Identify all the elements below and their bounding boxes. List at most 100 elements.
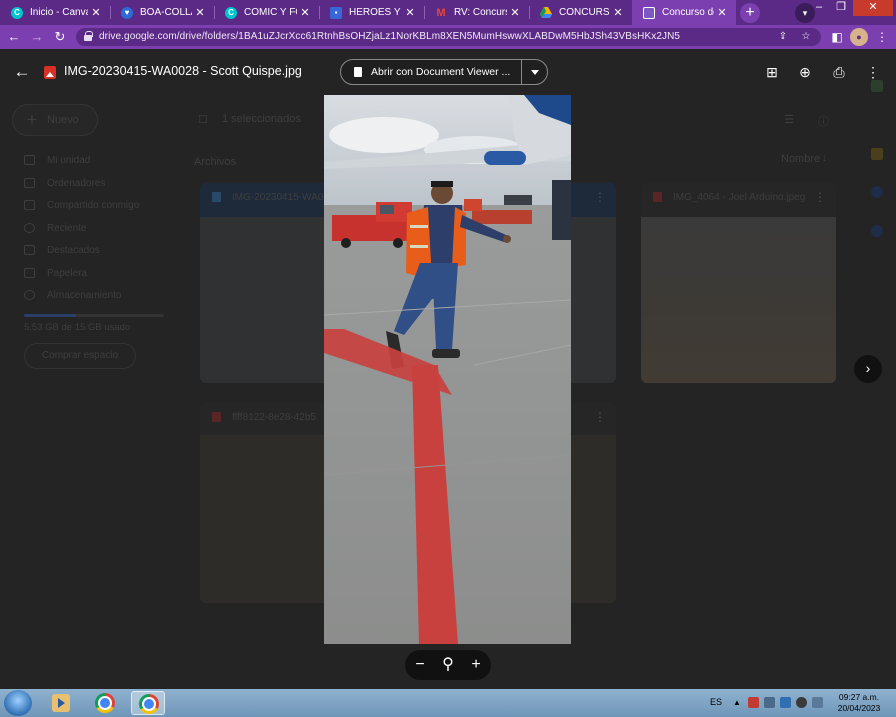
tab-gmail-concurso[interactable]: M RV: Concurso de ✕ — [424, 0, 529, 25]
open-with-button[interactable]: Abrir con Document Viewer ... — [340, 59, 548, 85]
tray-app-icon[interactable] — [780, 697, 791, 708]
maximize-icon[interactable]: ❐ — [830, 0, 852, 16]
selected-count: 1 seleccionados — [222, 113, 301, 125]
cloud-icon — [24, 290, 35, 301]
share-icon[interactable]: ⇪ — [776, 30, 790, 44]
browser-menu-icon[interactable]: ⋮ — [873, 28, 891, 46]
tray-expand-icon[interactable]: ▲ — [733, 698, 744, 709]
chrome-active-taskbar-button[interactable] — [131, 691, 165, 715]
tray-app-icon[interactable] — [796, 697, 807, 708]
computer-icon — [24, 178, 35, 189]
tab-title: RV: Concurso de — [454, 7, 507, 18]
zoom-out-button[interactable]: − — [409, 650, 431, 680]
info-icon: ⓘ — [818, 116, 829, 128]
sidebar-item-label: Destacados — [47, 245, 100, 256]
image-file-icon — [653, 192, 662, 203]
checkbox-icon: ☐ — [198, 114, 208, 126]
more-icon: ⋮ — [594, 190, 606, 204]
minimize-icon[interactable]: – — [808, 0, 830, 16]
tab-canva-home[interactable]: C Inicio - Canva ✕ — [0, 0, 110, 25]
window-close-icon[interactable]: ✕ — [853, 0, 893, 16]
tab-title: Inicio - Canva — [30, 7, 88, 18]
profile-avatar[interactable]: ● — [850, 28, 868, 46]
tray-app-icon[interactable] — [764, 697, 775, 708]
reload-icon[interactable]: ↻ — [51, 28, 69, 46]
image-preview — [324, 95, 571, 644]
tab-heroes[interactable]: ▪ HEROES Y HEROÍNAS ✕ — [319, 0, 424, 25]
dropdown-caret-icon[interactable] — [531, 70, 539, 75]
canva-icon: C — [11, 6, 23, 19]
more-actions-icon[interactable]: ⋮ — [863, 62, 883, 82]
close-icon[interactable]: ✕ — [507, 6, 523, 19]
section-title: Archivos — [194, 156, 237, 168]
clock[interactable]: 09:27 a.m. 20/04/2023 — [834, 692, 884, 714]
drive-icon — [540, 7, 552, 19]
checkbox-checked-icon — [212, 192, 221, 203]
browser-toolbar: ← → ↻ drive.google.com/drive/folders/1BA… — [0, 25, 896, 49]
canva-icon: C — [225, 6, 237, 19]
sidebar-item-label: Mi unidad — [47, 155, 91, 166]
clock-icon — [24, 223, 35, 234]
address-bar[interactable]: drive.google.com/drive/folders/1BA1uZJcr… — [76, 28, 821, 46]
heart-icon: ♥ — [121, 6, 133, 19]
add-comment-icon[interactable]: ⊕ — [795, 62, 815, 82]
sidebar-item-label: Reciente — [47, 223, 87, 234]
new-tab-button[interactable]: + — [740, 3, 760, 23]
tray-app-icon[interactable] — [748, 697, 759, 708]
close-icon[interactable]: ✕ — [192, 6, 208, 19]
gmail-icon: M — [436, 6, 446, 19]
forward-icon[interactable]: → — [28, 28, 46, 46]
sidebar-item-label: Almacenamiento — [47, 290, 122, 301]
tab-title: Concurso de Fotografía — [662, 7, 714, 18]
more-icon: ⋮ — [594, 410, 606, 424]
image-file-icon — [212, 412, 221, 423]
clock-date: 20/04/2023 — [837, 703, 881, 713]
drive-icon — [24, 155, 35, 166]
media-player-taskbar-button[interactable] — [44, 691, 78, 715]
close-icon[interactable]: ✕ — [402, 6, 418, 19]
list-view-icon: ☰ — [784, 114, 794, 126]
sidebar-item-storage: Almacenamiento — [24, 290, 121, 301]
tab-boa-collage[interactable]: ♥ BOA-COLLAGE ✕ — [110, 0, 214, 25]
windows-start-button[interactable] — [4, 690, 32, 716]
close-icon[interactable]: ✕ — [297, 6, 313, 19]
tab-title: COMIC Y FOTOS — [244, 7, 297, 18]
chrome-taskbar-button[interactable] — [88, 691, 122, 715]
close-icon[interactable]: ✕ — [88, 6, 104, 19]
file-card: IMG_4064 - Joel Arduino.jpeg ⋮ — [641, 183, 836, 383]
tab-drive-concurso[interactable]: CONCURSO DE ✕ — [529, 0, 632, 25]
new-button-label: Nuevo — [47, 114, 79, 126]
more-icon: ⋮ — [814, 190, 826, 204]
document-icon — [354, 67, 362, 77]
url-text: drive.google.com/drive/folders/1BA1uZJcr… — [99, 31, 681, 42]
language-indicator[interactable]: ES — [710, 697, 722, 707]
add-to-drive-icon[interactable]: ⊞ — [762, 62, 782, 82]
sidebar-item-my-drive: Mi unidad — [24, 155, 90, 166]
viewer-toolbar: ← IMG-20230415-WA0028 - Scott Quispe.jpg… — [0, 49, 896, 95]
zoom-controls: − ⚲ + — [405, 650, 491, 680]
plus-icon: + — [27, 110, 37, 129]
print-icon[interactable]: ⎙ — [829, 62, 849, 82]
sidebar-item-label: Papelera — [47, 268, 88, 279]
magnifier-icon[interactable]: ⚲ — [437, 650, 459, 680]
chrome-icon — [95, 693, 115, 713]
side-panel-icon[interactable]: ◧ — [828, 28, 846, 46]
open-with-label: Abrir con Document Viewer ... — [371, 66, 511, 78]
network-icon[interactable] — [812, 697, 823, 708]
forms-icon — [643, 6, 655, 19]
next-file-button[interactable]: › — [854, 355, 882, 383]
file-card-name: IMG_4064 - Joel Arduino.jpeg — [653, 192, 805, 203]
tab-concurso-fotografia[interactable]: Concurso de Fotografía ✕ — [632, 0, 736, 25]
back-icon[interactable]: ← — [5, 28, 23, 46]
bookmark-star-icon[interactable]: ☆ — [799, 30, 813, 44]
back-arrow-icon[interactable]: ← — [12, 62, 32, 82]
tab-comic-fotos[interactable]: C COMIC Y FOTOS ✕ — [214, 0, 319, 25]
tab-title: BOA-COLLAGE — [140, 7, 192, 18]
sidebar-item-trash: Papelera — [24, 268, 87, 279]
zoom-in-button[interactable]: + — [465, 650, 487, 680]
forms-icon: ▪ — [330, 6, 342, 19]
close-icon[interactable]: ✕ — [714, 6, 730, 19]
people-icon — [24, 200, 35, 211]
star-icon — [24, 245, 35, 256]
close-icon[interactable]: ✕ — [610, 6, 626, 19]
